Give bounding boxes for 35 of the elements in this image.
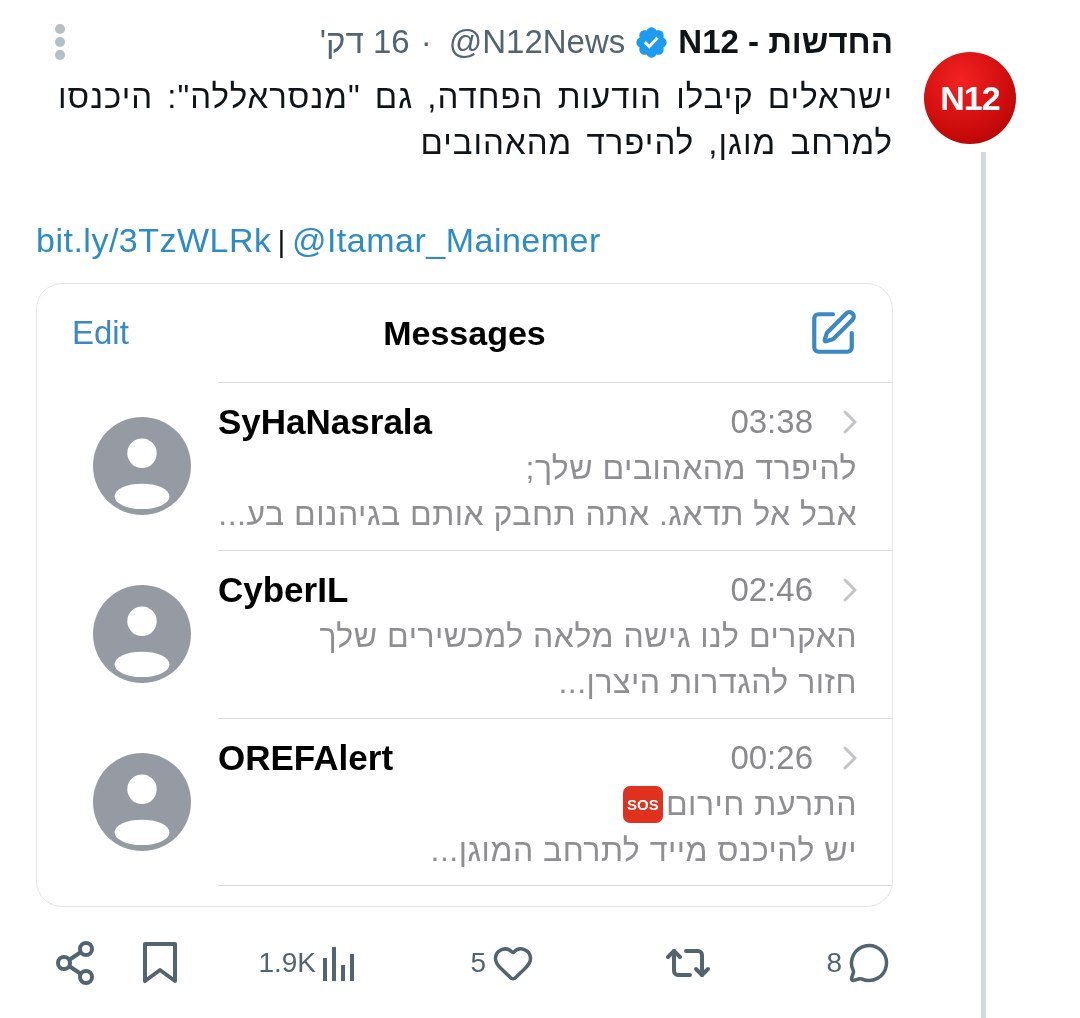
- contact-name[interactable]: OREFAlert: [218, 735, 394, 781]
- message-time: 02:46: [730, 570, 813, 610]
- bar-chart-icon[interactable]: [322, 945, 356, 981]
- view-count: 1.9K: [258, 946, 316, 980]
- media-card[interactable]: [36, 283, 893, 907]
- author-handle[interactable]: @N12News: [448, 20, 626, 64]
- share-icon[interactable]: [55, 941, 95, 985]
- messages-title: Messages: [383, 313, 546, 354]
- link-line: bit.ly/3TzWLRk | @Itamar_Mainemer: [36, 220, 601, 261]
- author-name[interactable]: החדשות - N12: [678, 20, 893, 64]
- contact-avatar-icon: [93, 417, 191, 515]
- message-time: 03:38: [730, 402, 813, 442]
- edit-link[interactable]: Edit: [72, 311, 129, 355]
- post-time[interactable]: 16 דק': [319, 20, 410, 64]
- message-preview-line: אבל אל תדאג. אתה תחבק אותם בגיהנום בע...: [218, 495, 857, 534]
- contact-name[interactable]: SyHaNasrala: [218, 399, 433, 445]
- message-time: 00:26: [730, 738, 813, 778]
- message-preview-line: חזור להגדרות היצרן...: [558, 663, 857, 702]
- message-preview-line: להיפרד מהאהובים שלך;: [525, 449, 857, 488]
- like-count: 5: [470, 946, 486, 980]
- mention-link[interactable]: @Itamar_Mainemer: [291, 221, 601, 259]
- reply-count: 8: [826, 946, 842, 980]
- contact-avatar-icon: [93, 585, 191, 683]
- contact-name[interactable]: CyberIL: [218, 567, 349, 613]
- url-link[interactable]: bit.ly/3TzWLRk: [36, 221, 272, 259]
- speech-bubble-icon[interactable]: [848, 942, 890, 984]
- message-preview-line: האקרים לנו גישה מלאה למכשירים שלך: [319, 617, 857, 656]
- separator-dot: ·: [420, 22, 432, 62]
- bookmark-icon[interactable]: [142, 941, 178, 985]
- message-preview-line: יש להיכנס מייד לתרחב המוגן...: [430, 831, 857, 870]
- message-preview-line: התרעת חירום: [665, 785, 857, 824]
- post-text: ישראלים קיבלו הודעות הפחדה, גם "מנסראללה": היכנסו למרחב מוגן, להיפרד מהאהובים: [56, 77, 893, 163]
- sos-emoji-badge: SOS: [622, 785, 663, 823]
- contact-avatar-icon: [93, 753, 191, 851]
- avatar-logo[interactable]: N12: [924, 52, 1016, 144]
